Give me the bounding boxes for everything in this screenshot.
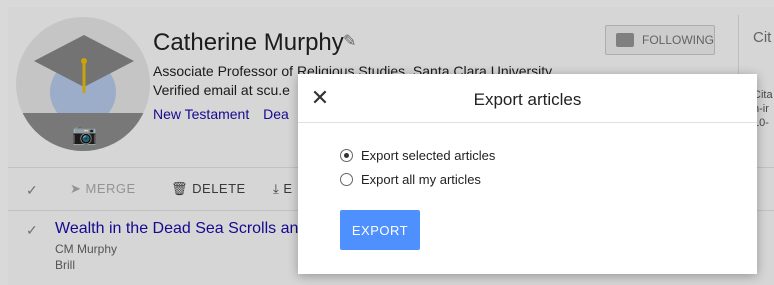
export-articles-dialog: ✕ Export articles Export selected articl… [298, 74, 757, 274]
option-label: Export all my articles [361, 172, 481, 187]
export-selected-option[interactable]: Export selected articles [340, 148, 495, 163]
dialog-header: ✕ Export articles [298, 74, 757, 123]
radio-button[interactable] [340, 173, 353, 186]
dialog-title: Export articles [473, 90, 582, 109]
radio-button[interactable] [340, 149, 353, 162]
export-button[interactable]: EXPORT [340, 210, 420, 250]
option-label: Export selected articles [361, 148, 496, 163]
export-all-option[interactable]: Export all my articles [340, 172, 481, 187]
